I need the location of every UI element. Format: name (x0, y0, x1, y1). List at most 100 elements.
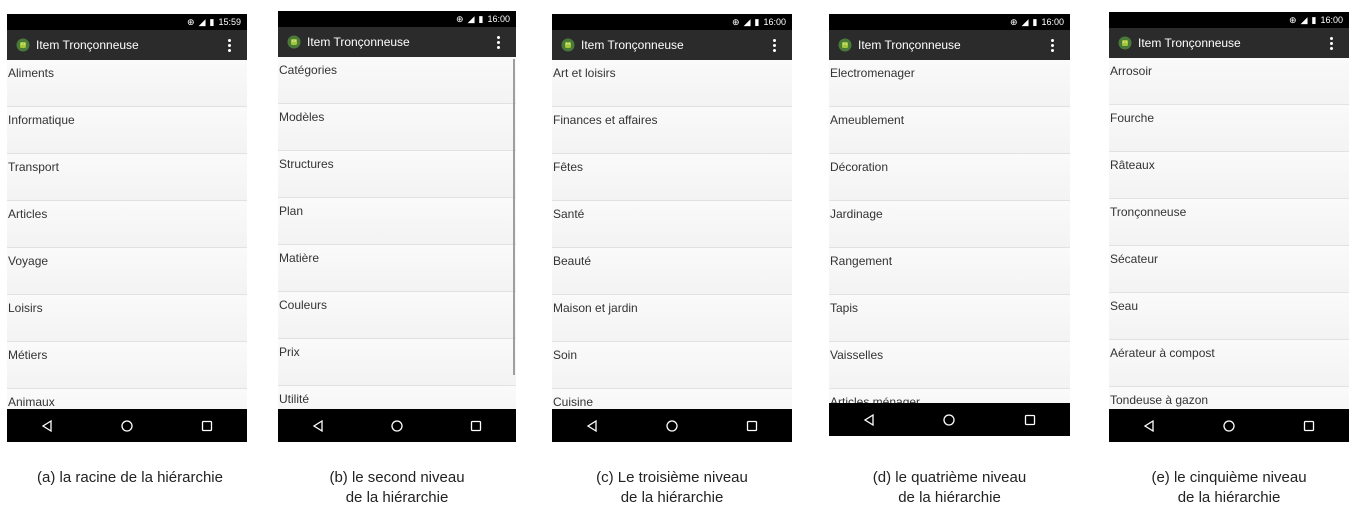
list-item-label: Transport (8, 160, 59, 174)
home-button[interactable] (112, 416, 142, 436)
status-time: 16:00 (763, 17, 786, 27)
list-item[interactable]: Catégories (278, 57, 516, 104)
navigation-bar (1109, 409, 1349, 442)
list-item[interactable]: Décoration (829, 154, 1070, 201)
list-item-label: Structures (279, 157, 334, 171)
home-button[interactable] (934, 410, 964, 430)
battery-icon: ▮ (1311, 14, 1317, 25)
back-button[interactable] (32, 416, 62, 436)
list-item-label: Cuisine (553, 395, 594, 409)
list-item-label: Informatique (8, 113, 75, 127)
battery-icon: ▮ (754, 16, 760, 27)
list-item[interactable]: Ameublement (829, 107, 1070, 154)
status-time: 15:59 (218, 17, 241, 27)
list-item-label: Tronçonneuse (1110, 205, 1187, 219)
list-item[interactable]: Santé (552, 201, 792, 248)
list-item[interactable]: Couleurs (278, 292, 516, 339)
list-item[interactable]: Seau (1109, 293, 1349, 340)
app-bar: Item Tronçonneuse (552, 30, 792, 60)
list-item[interactable]: Beauté (552, 248, 792, 295)
list-item-label: Aliments (8, 66, 55, 80)
recents-icon (1303, 420, 1315, 431)
list-item[interactable]: Arrosoir (1109, 58, 1349, 105)
list-item[interactable]: Fêtes (552, 154, 792, 201)
signal-icon: ◢ (743, 16, 751, 27)
home-icon (121, 419, 133, 432)
overflow-menu-icon[interactable] (219, 38, 239, 52)
list-item-label: Loisirs (8, 301, 43, 315)
list-item[interactable]: Electromenager (829, 60, 1070, 107)
list-item[interactable]: Aliments (7, 60, 247, 107)
recents-button[interactable] (1294, 416, 1324, 436)
list-item-label: Utilité (279, 392, 310, 406)
vibrate-icon: ⊕ (732, 16, 740, 27)
caption-line: de la hiérarchie (1177, 489, 1281, 506)
phone-screen-fourth-level: ⊕ ◢ ▮ 16:00 Item Tronçonneuse Electromen… (829, 14, 1070, 436)
list-item[interactable]: Informatique (7, 107, 247, 154)
navigation-bar (278, 409, 516, 442)
list-item[interactable]: Vaisselles (829, 342, 1070, 389)
list-item-label: Décoration (830, 160, 889, 174)
list-item[interactable]: Transport (7, 154, 247, 201)
recents-button[interactable] (1015, 410, 1045, 430)
list-item[interactable]: Art et loisirs (552, 60, 792, 107)
scrollbar[interactable] (513, 59, 515, 375)
list-item[interactable]: Fourche (1109, 105, 1349, 152)
overflow-menu-icon[interactable] (764, 38, 784, 52)
recents-button[interactable] (737, 416, 767, 436)
status-bar: ⊕ ◢ ▮ 15:59 (7, 14, 247, 30)
list-item[interactable]: Plan (278, 198, 516, 245)
overflow-menu-icon[interactable] (1321, 36, 1341, 50)
signal-icon: ◢ (1300, 14, 1308, 25)
overflow-menu-icon[interactable] (1042, 38, 1062, 52)
back-button[interactable] (577, 416, 607, 436)
app-title: Item Tronçonneuse (1138, 36, 1241, 50)
list-item[interactable]: Soin (552, 342, 792, 389)
app-title: Item Tronçonneuse (858, 38, 961, 52)
list-item[interactable]: Structures (278, 151, 516, 198)
category-list: Art et loisirs Finances et affaires Fête… (552, 60, 792, 436)
list-item[interactable]: Loisirs (7, 295, 247, 342)
overflow-menu-icon[interactable] (488, 35, 508, 49)
status-bar: ⊕ ◢ ▮ 16:00 (552, 14, 792, 30)
list-item[interactable]: Métiers (7, 342, 247, 389)
category-list: Catégories Modèles Structures Plan Matiè… (278, 57, 516, 433)
list-item[interactable]: Maison et jardin (552, 295, 792, 342)
back-button[interactable] (1134, 416, 1164, 436)
app-bar: Item Tronçonneuse (7, 30, 247, 60)
list-item-label: Couleurs (279, 298, 328, 312)
battery-icon: ▮ (1032, 16, 1038, 27)
list-item[interactable]: Jardinage (829, 201, 1070, 248)
phone-screen-second-level: ⊕ ◢ ▮ 16:00 Item Tronçonneuse Catégories… (278, 11, 516, 442)
list-item[interactable]: Tronçonneuse (1109, 199, 1349, 246)
home-button[interactable] (1214, 416, 1244, 436)
home-button[interactable] (657, 416, 687, 436)
list-item-label: Fêtes (553, 160, 584, 174)
list-item-label: Sécateur (1110, 252, 1159, 266)
android-icon (838, 38, 852, 52)
list-item[interactable]: Voyage (7, 248, 247, 295)
recents-button[interactable] (461, 416, 491, 436)
list-item[interactable]: Tapis (829, 295, 1070, 342)
recents-button[interactable] (192, 416, 222, 436)
list-item[interactable]: Rangement (829, 248, 1070, 295)
list-item[interactable]: Articles (7, 201, 247, 248)
list-item[interactable]: Sécateur (1109, 246, 1349, 293)
list-item-label: Electromenager (830, 66, 915, 80)
list-item[interactable]: Matière (278, 245, 516, 292)
list-item[interactable]: Finances et affaires (552, 107, 792, 154)
home-button[interactable] (382, 416, 412, 436)
caption-d: (d) le quatrième niveau de la hiérarchie (829, 468, 1070, 508)
back-button[interactable] (854, 410, 884, 430)
caption-line: (b) le second niveau (329, 469, 465, 486)
back-icon (41, 419, 52, 432)
navigation-bar (829, 403, 1070, 436)
recents-icon (746, 420, 758, 431)
list-item[interactable]: Aérateur à compost (1109, 340, 1349, 387)
list-item[interactable]: Modèles (278, 104, 516, 151)
battery-icon: ▮ (209, 16, 215, 27)
back-button[interactable] (303, 416, 333, 436)
category-list: Arrosoir Fourche Râteaux Tronçonneuse Sé… (1109, 58, 1349, 434)
list-item[interactable]: Prix (278, 339, 516, 386)
list-item[interactable]: Râteaux (1109, 152, 1349, 199)
